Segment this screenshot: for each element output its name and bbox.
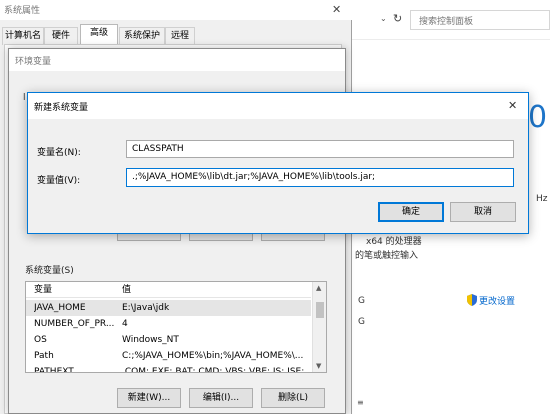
ok-button[interactable]: 确定 xyxy=(378,202,444,222)
variable-name-label: 变量名(N): xyxy=(37,148,81,158)
system-vars-section-label: 系统变量(S) xyxy=(25,266,74,276)
table-row[interactable]: JAVA_HOME E:\Java\jdk xyxy=(26,300,311,316)
scroll-down-icon[interactable]: ▼ xyxy=(316,362,321,370)
chevron-down-icon[interactable]: ⌄ xyxy=(380,14,387,23)
list-header: 变量 值 xyxy=(26,282,311,298)
change-settings-label: 更改设置 xyxy=(479,297,516,307)
row-value: .COM;.EXE;.BAT;.CMD;.VBS;.VBE;.JS;.JSE;.… xyxy=(122,367,310,373)
close-icon[interactable]: ✕ xyxy=(508,99,517,112)
row-variable: PATHEXT xyxy=(34,367,74,373)
processor-text: x64 的处理器 xyxy=(366,237,422,247)
column-header-value[interactable]: 值 xyxy=(122,282,131,298)
vertical-scrollbar[interactable]: ▲ ▼ xyxy=(312,282,326,372)
user-vars-label: l xyxy=(23,93,26,103)
search-box[interactable]: 搜索控制面板 xyxy=(410,10,550,30)
cpu-hz-text: Hz xyxy=(536,194,548,204)
scroll-up-icon[interactable]: ▲ xyxy=(316,284,321,292)
shield-icon xyxy=(467,294,477,306)
system-delete-button[interactable]: 删除(L) xyxy=(261,388,325,408)
tab-hardware[interactable]: 硬件 xyxy=(44,27,78,45)
table-row[interactable]: Path C:;%JAVA_HOME%\bin;%JAVA_HOME%\... xyxy=(26,348,311,364)
table-row[interactable]: PATHEXT .COM;.EXE;.BAT;.CMD;.VBS;.VBE;.J… xyxy=(26,364,311,373)
row-variable: JAVA_HOME xyxy=(34,303,86,313)
search-placeholder: 搜索控制面板 xyxy=(419,17,474,27)
env-title: 环境变量 xyxy=(15,57,52,67)
new-system-variable-dialog: 新建系统变量 ✕ 变量名(N): CLASSPATH 变量值(V): .;%JA… xyxy=(27,92,529,234)
big-digit: 0 xyxy=(528,100,548,135)
row-value: Windows_NT xyxy=(122,335,179,345)
tab-remote[interactable]: 远程 xyxy=(165,27,195,45)
env-titlebar: 环境变量 xyxy=(9,49,345,71)
scroll-arrow-icon: ≡ xyxy=(357,398,364,407)
dialog-title: 新建系统变量 xyxy=(34,103,89,113)
variable-value-label: 变量值(V): xyxy=(37,176,81,186)
tab-system-protection[interactable]: 系统保护 xyxy=(119,27,165,45)
refresh-icon[interactable]: ↻ xyxy=(393,12,402,25)
row-value: 4 xyxy=(122,319,128,329)
system-vars-list[interactable]: 变量 值 JAVA_HOME E:\Java\jdk NUMBER_OF_PR.… xyxy=(25,281,327,373)
dialog-titlebar: 新建系统变量 ✕ xyxy=(28,93,528,119)
system-properties-title: 系统属性 xyxy=(4,6,41,16)
control-panel-toolbar: ⌄ ↻ 搜索控制面板 xyxy=(350,0,550,40)
touch-input-text: 的笔或触控输入 xyxy=(355,251,419,261)
variable-value-input[interactable]: .;%JAVA_HOME%\lib\dt.jar;%JAVA_HOME%\lib… xyxy=(126,168,514,187)
cancel-button[interactable]: 取消 xyxy=(450,202,516,222)
close-icon[interactable]: ✕ xyxy=(332,3,341,16)
row-value: C:;%JAVA_HOME%\bin;%JAVA_HOME%\... xyxy=(122,351,304,361)
system-new-button[interactable]: 新建(W)... xyxy=(117,388,181,408)
change-settings-link[interactable]: 更改设置 xyxy=(467,293,547,307)
row-variable: Path xyxy=(34,351,54,361)
info-text-g1: G xyxy=(358,296,365,306)
info-text-g2: G xyxy=(358,317,365,327)
column-header-variable[interactable]: 变量 xyxy=(34,282,52,298)
tab-advanced[interactable]: 高级 xyxy=(80,24,118,45)
row-value: E:\Java\jdk xyxy=(122,303,170,313)
row-variable: OS xyxy=(34,335,47,345)
variable-name-input[interactable]: CLASSPATH xyxy=(126,140,514,158)
system-edit-button[interactable]: 编辑(I)... xyxy=(189,388,253,408)
row-variable: NUMBER_OF_PR... xyxy=(34,319,115,329)
table-row[interactable]: OS Windows_NT xyxy=(26,332,311,348)
scrollbar-thumb[interactable] xyxy=(316,302,324,318)
table-row[interactable]: NUMBER_OF_PR... 4 xyxy=(26,316,311,332)
system-properties-titlebar: 系统属性 ✕ xyxy=(0,0,352,20)
tab-computer-name[interactable]: 计算机名 xyxy=(2,27,44,45)
